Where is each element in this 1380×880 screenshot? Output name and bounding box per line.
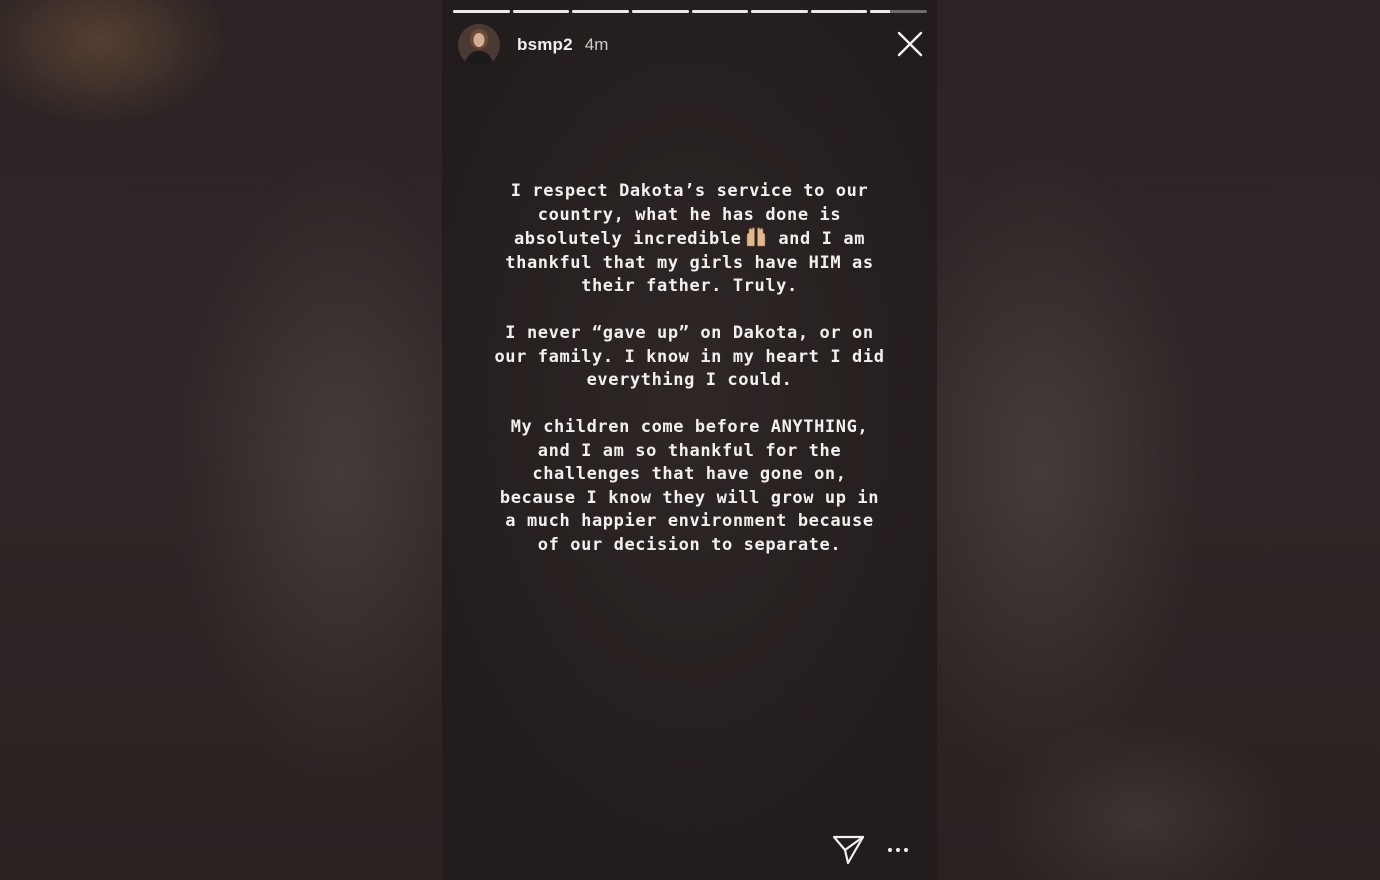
story-viewer: bsmp2 4m I respect Dakota’s service to o… [0,0,1380,880]
story-paragraph-3: My children come before ANYTHING, and I … [499,417,880,555]
close-icon [897,31,923,57]
story-progress-fill [870,10,891,13]
story-timestamp: 4m [584,35,609,54]
story-progress-fill [810,10,868,13]
close-button[interactable] [894,28,926,60]
story-progress-segment [751,10,808,13]
story-progress-bar [453,10,927,13]
blurred-background-right [937,0,1380,880]
more-options-button[interactable] [886,840,910,860]
story-paragraph-1: I respect Dakota’s service to our countr… [492,180,887,299]
avatar[interactable] [458,24,500,66]
story-progress-fill [691,10,749,13]
story-panel[interactable]: bsmp2 4m I respect Dakota’s service to o… [442,0,937,880]
story-progress-segment [810,10,868,13]
blurred-background-left [0,0,442,880]
send-icon [832,835,865,865]
story-progress-segment [691,10,749,13]
story-progress-fill [512,10,570,13]
story-username[interactable]: bsmp2 [517,35,573,55]
story-progress-fill [453,10,510,13]
story-text-overlay: I respect Dakota’s service to our countr… [492,180,887,581]
story-progress-segment [512,10,570,13]
story-progress-segment [631,10,689,13]
story-header: bsmp2 4m [458,23,608,67]
story-progress-fill [751,10,808,13]
avatar-photo-icon [458,24,500,66]
raised-hands-emoji-icon [744,226,768,247]
story-progress-segment [572,10,629,13]
story-progress-segment [870,10,927,13]
story-progress-fill [572,10,629,13]
story-progress-fill [631,10,689,13]
more-options-icon [888,848,908,852]
story-paragraph-2: I never “gave up” on Dakota, or on our f… [494,323,885,390]
send-button[interactable] [832,834,866,866]
story-progress-segment [453,10,510,13]
